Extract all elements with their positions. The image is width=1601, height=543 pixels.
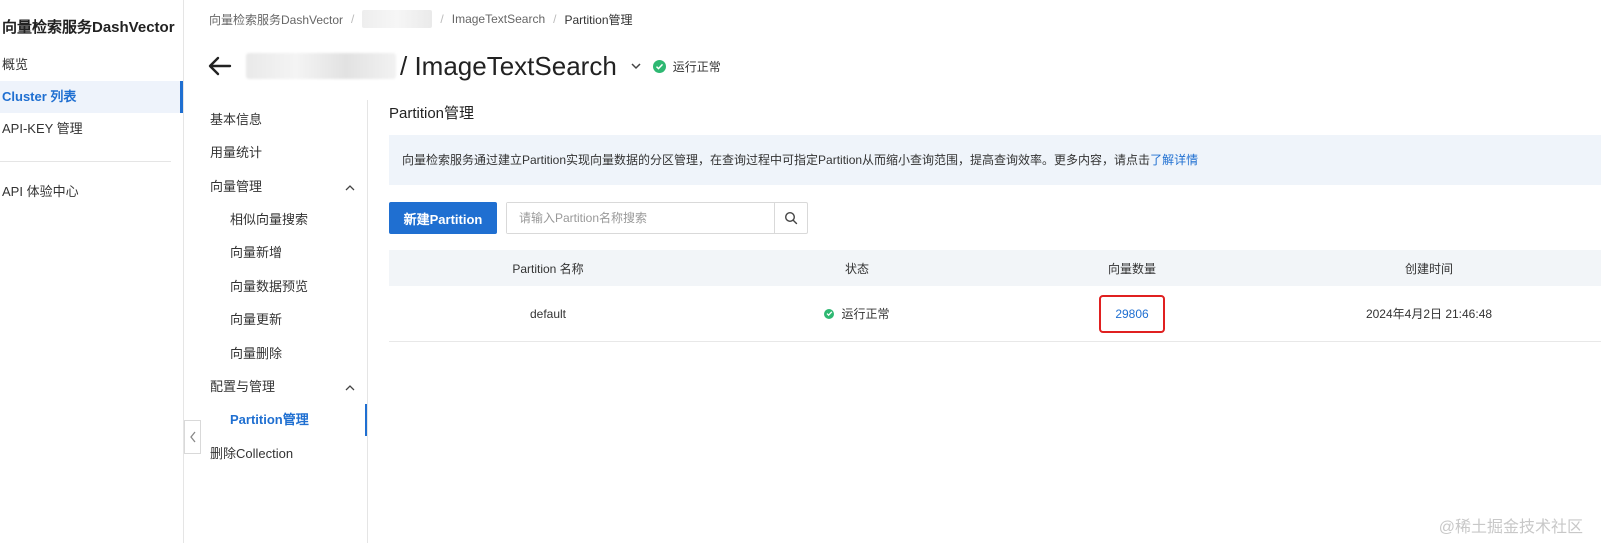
watermark: @稀土掘金技术社区 — [1438, 519, 1583, 536]
sidebar-item-vector-delete[interactable]: 向量删除 — [184, 338, 367, 370]
learn-more-link[interactable]: 了解详情 — [1150, 153, 1198, 167]
search-input[interactable] — [507, 203, 774, 233]
check-circle-icon — [652, 59, 666, 73]
global-sidebar: 向量检索服务DashVector 概览 Cluster 列表 API-KEY 管… — [0, 0, 184, 543]
sidebar-item-delete-collection[interactable]: 删除Collection — [184, 438, 367, 470]
info-text: 向量检索服务通过建立Partition实现向量数据的分区管理，在查询过程中可指定… — [402, 153, 1151, 167]
section-title: Partition管理 — [389, 105, 475, 122]
sidebar-item-similarity-search[interactable]: 相似向量搜索 — [184, 204, 367, 236]
status-badge: 运行正常 — [672, 59, 721, 74]
sidebar-item-vector-insert[interactable]: 向量新增 — [184, 237, 367, 269]
table-header: Partition 名称 状态 向量数量 创建时间 — [389, 250, 1601, 286]
sidebar-group-label: 向量管理 — [210, 179, 263, 194]
search-button[interactable] — [774, 203, 807, 233]
sidebar-collapse-button[interactable] — [184, 420, 201, 454]
chevron-down-icon[interactable] — [629, 59, 643, 73]
column-header-created: 创建时间 — [1404, 261, 1453, 276]
sidebar-item-basic-info[interactable]: 基本信息 — [184, 104, 367, 136]
service-title: 向量检索服务DashVector — [2, 19, 175, 36]
chevron-left-icon — [189, 431, 196, 443]
sidebar-item-vector-preview[interactable]: 向量数据预览 — [184, 271, 367, 303]
page-header: / ImageTextSearch 运行正常 — [206, 46, 721, 86]
chevron-up-icon — [345, 185, 355, 191]
nav-item-api-playground[interactable]: API 体验中心 — [0, 176, 183, 208]
nav-item-overview[interactable]: 概览 — [0, 49, 183, 81]
created-time: 2024年4月2日 21:46:48 — [1365, 307, 1493, 321]
column-header-count: 向量数量 — [1107, 261, 1156, 276]
sidebar-item-usage[interactable]: 用量统计 — [184, 137, 367, 169]
status-badge: 运行正常 — [824, 305, 890, 322]
sidebar-item-vector-update[interactable]: 向量更新 — [184, 304, 367, 336]
cluster-name-redacted — [246, 53, 396, 79]
column-header-name: Partition 名称 — [512, 261, 584, 276]
new-partition-button[interactable]: 新建Partition — [389, 202, 497, 234]
table-row: default 运行正常 29806 2024年4月2日 21:46:48 — [389, 286, 1601, 342]
page-title: / ImageTextSearch — [400, 50, 617, 81]
sidebar-item-partition-mgmt[interactable]: Partition管理 — [184, 404, 367, 436]
breadcrumb-root[interactable]: 向量检索服务DashVector — [209, 11, 343, 28]
sidebar-group-config[interactable]: 配置与管理 — [184, 371, 367, 403]
chevron-up-icon — [345, 385, 355, 391]
check-circle-icon — [824, 308, 835, 319]
breadcrumb: 向量检索服务DashVector / / ImageTextSearch / P… — [209, 10, 633, 28]
search-icon — [784, 211, 798, 225]
vector-count-link[interactable]: 29806 — [1099, 294, 1165, 333]
breadcrumb-collection[interactable]: ImageTextSearch — [452, 12, 545, 26]
column-header-status: 状态 — [844, 261, 869, 276]
collection-sidebar: 基本信息 用量统计 向量管理 相似向量搜索 向量新增 向量数据预览 向量更新 向… — [184, 100, 368, 543]
breadcrumb-cluster-redacted[interactable] — [362, 10, 433, 28]
sidebar-group-vector-mgmt[interactable]: 向量管理 — [184, 171, 367, 203]
status-text: 运行正常 — [841, 307, 890, 321]
partition-search — [506, 202, 808, 234]
info-banner: 向量检索服务通过建立Partition实现向量数据的分区管理，在查询过程中可指定… — [389, 135, 1601, 185]
sidebar-group-label: 配置与管理 — [210, 379, 276, 394]
nav-divider — [0, 161, 171, 162]
breadcrumb-current: Partition管理 — [564, 12, 633, 27]
nav-item-cluster-list[interactable]: Cluster 列表 — [0, 81, 183, 113]
partition-name: default — [529, 306, 567, 321]
arrow-left-icon[interactable] — [206, 52, 234, 80]
nav-item-api-key[interactable]: API-KEY 管理 — [0, 113, 183, 145]
partition-table: Partition 名称 状态 向量数量 创建时间 default 运行正常 2… — [389, 250, 1601, 342]
